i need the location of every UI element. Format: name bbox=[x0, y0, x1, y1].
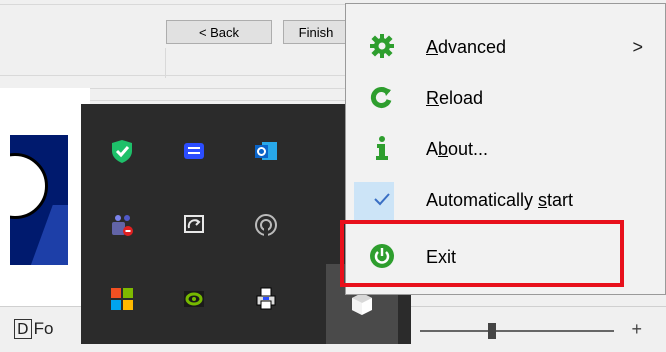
teams-icon bbox=[112, 215, 133, 236]
tray-item-sync[interactable] bbox=[158, 192, 230, 258]
banner-shape bbox=[27, 205, 68, 265]
zoom-in-button[interactable]: + bbox=[631, 319, 642, 340]
menu-item-label: About... bbox=[426, 138, 489, 159]
gear-icon bbox=[370, 34, 394, 58]
menu-item-advanced[interactable]: Advanced > bbox=[346, 21, 665, 73]
zoom-track[interactable] bbox=[420, 330, 614, 332]
menu-item-autostart[interactable]: Automatically start bbox=[346, 174, 665, 226]
finish-button[interactable]: Finish bbox=[283, 20, 349, 44]
outlook-icon bbox=[255, 142, 277, 160]
divider bbox=[0, 4, 350, 5]
status-focus-label[interactable]: D Fo bbox=[14, 319, 53, 339]
check-icon bbox=[374, 193, 390, 206]
exit-highlight-box bbox=[340, 220, 624, 287]
shield-check-icon bbox=[112, 140, 132, 163]
divider bbox=[0, 75, 350, 76]
banner-circle bbox=[10, 153, 48, 219]
nvidia-icon bbox=[184, 291, 204, 307]
info-icon bbox=[376, 136, 388, 160]
reload-icon bbox=[370, 87, 392, 108]
focus-icon: D bbox=[14, 319, 32, 339]
divider bbox=[165, 48, 166, 78]
menu-item-label: Reload bbox=[426, 87, 484, 108]
tray-item-network-printer[interactable] bbox=[230, 266, 302, 332]
tray-item-stack[interactable] bbox=[158, 118, 230, 184]
menu-item-reload[interactable]: Reload bbox=[346, 72, 665, 124]
menu-item-about[interactable]: About... bbox=[346, 123, 665, 175]
network-printer-icon bbox=[256, 287, 276, 310]
zoom-thumb[interactable] bbox=[488, 323, 496, 339]
tray-item-teams[interactable] bbox=[86, 192, 158, 258]
back-button-label: < Back bbox=[198, 24, 240, 40]
menu-item-label: Automatically start bbox=[426, 189, 574, 210]
tray-item-hotspot[interactable] bbox=[230, 192, 302, 258]
menu-item-label: Advanced bbox=[426, 36, 507, 57]
sync-icon bbox=[184, 215, 204, 233]
back-button[interactable]: < Back bbox=[166, 20, 272, 44]
focus-text: Fo bbox=[33, 319, 54, 338]
hotspot-icon bbox=[255, 214, 277, 236]
tray-item-microsoft[interactable] bbox=[86, 266, 158, 332]
tray-item-nvidia[interactable] bbox=[158, 266, 230, 332]
microsoft-icon bbox=[111, 288, 133, 310]
tray-item-outlook[interactable] bbox=[230, 118, 302, 184]
installer-banner-image bbox=[10, 135, 68, 265]
chevron-right-icon: > bbox=[632, 36, 643, 57]
zoom-slider[interactable]: - + bbox=[402, 319, 642, 341]
stack-app-icon bbox=[184, 143, 204, 159]
finish-button-label: Finish bbox=[298, 24, 334, 40]
tray-item-security[interactable] bbox=[86, 118, 158, 184]
